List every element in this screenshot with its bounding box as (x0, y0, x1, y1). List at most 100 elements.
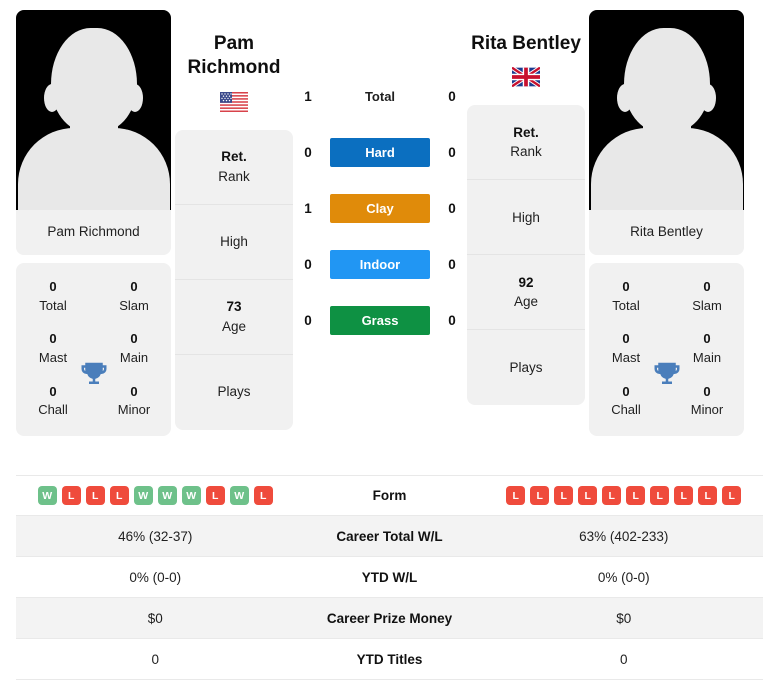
surface-row-grass: 0 Grass 0 (297, 292, 463, 348)
form-badge-loss[interactable]: L (578, 486, 598, 505)
right-form-badges: LLLLLLLLLL (506, 486, 742, 505)
left-meta-rank: Ret. Rank (175, 130, 293, 205)
right-form-cell: LLLLLLLLLL (485, 486, 764, 505)
right-ytd-wl: 0% (0-0) (597, 569, 650, 585)
title-label: Chall (38, 402, 68, 418)
left-ytd-titles: 0 (151, 651, 159, 667)
left-player-name-line1: Pam (213, 33, 255, 54)
right-player-avatar (589, 10, 744, 210)
meta-label: High (512, 209, 540, 225)
surface-badge-grass[interactable]: Grass (330, 305, 430, 335)
form-badge-win[interactable]: W (133, 486, 153, 505)
left-meta-high: High (175, 205, 293, 280)
form-badge-loss[interactable]: L (698, 486, 718, 505)
form-badge-win[interactable]: W (37, 486, 57, 505)
trophy-icon (654, 362, 679, 384)
avatar-ear-right (700, 84, 716, 112)
surface-badge-indoor[interactable]: Indoor (330, 249, 430, 279)
avatar-ear-right (127, 84, 143, 112)
form-badge-loss[interactable]: L (506, 486, 526, 505)
form-badge-win[interactable]: W (229, 486, 249, 505)
form-badge-loss[interactable]: L (61, 486, 81, 505)
right-player-flag-wrap (467, 56, 585, 93)
right-meta-high: High (467, 180, 585, 256)
right-player-name-line1: Rita Bentley (471, 33, 581, 54)
title-cell-slam: 0 Slam (682, 277, 732, 315)
left-player-photo-card[interactable]: Pam Richmond (16, 10, 171, 255)
form-badge-win[interactable]: W (181, 486, 201, 505)
title-label: Minor (690, 402, 724, 418)
surface-badge-clay[interactable]: Clay (330, 193, 430, 223)
surface-right-score: 0 (448, 200, 456, 216)
title-value: 0 (130, 331, 138, 347)
stats-comparison-table: WLLLWWWLWL Form LLLLLLLLLL 46% (32-37) C… (0, 475, 779, 680)
form-badge-loss[interactable]: L (85, 486, 105, 505)
right-career-prize-money: $0 (616, 610, 632, 626)
title-label: Main (692, 349, 722, 365)
form-badge-loss[interactable]: L (530, 486, 550, 505)
left-player-column: Pam Richmond 0 Total 0 Slam 0 Mast 0 Mai… (16, 10, 171, 437)
title-cell-chall: 0 Chall (601, 382, 651, 420)
left-ytd-wl: 0% (0-0) (129, 569, 182, 585)
meta-label: Plays (217, 384, 251, 400)
left-player-photo-name: Pam Richmond (16, 210, 171, 255)
title-value: 0 (130, 383, 138, 399)
right-player-photo-card[interactable]: Rita Bentley (589, 10, 744, 255)
stat-label-ytd-titles: YTD Titles (356, 651, 423, 667)
left-career-prize-money: $0 (147, 610, 163, 626)
form-badge-loss[interactable]: L (253, 486, 273, 505)
title-value: 0 (622, 383, 630, 399)
surface-right-score: 0 (448, 256, 456, 272)
left-career-total-wl: 46% (32-37) (118, 528, 193, 544)
stat-label-ytd-wl: YTD W/L (361, 569, 418, 585)
form-badge-loss[interactable]: L (205, 486, 225, 505)
table-row-career-prize-money: $0 Career Prize Money $0 (16, 598, 763, 639)
form-badge-loss[interactable]: L (109, 486, 129, 505)
table-row-ytd-titles: 0 YTD Titles 0 (16, 639, 763, 680)
form-badge-loss[interactable]: L (650, 486, 670, 505)
left-player-avatar (16, 10, 171, 210)
avatar-shoulders (17, 128, 170, 210)
stat-label-form: Form (372, 488, 407, 503)
us-flag-icon (220, 91, 248, 112)
stat-label-career-total-wl: Career Total W/L (336, 528, 443, 544)
surface-right-score: 0 (448, 88, 456, 104)
meta-label: Age (513, 294, 539, 310)
title-value: 0 (49, 331, 57, 347)
surface-badge-hard[interactable]: Hard (330, 137, 430, 167)
avatar-silhouette-icon (50, 28, 137, 132)
title-label: Total (39, 297, 67, 313)
surface-left-score: 0 (304, 256, 312, 272)
meta-value: 73 (226, 299, 242, 315)
right-player-column: Rita Bentley 0 Total 0 Slam 0 Mast 0 Mai… (589, 10, 744, 437)
title-cell-mast: 0 Mast (601, 329, 651, 367)
right-player-titles-card: 0 Total 0 Slam 0 Mast 0 Main 0 Chall 0 M… (589, 263, 744, 437)
title-cell-minor: 0 Minor (682, 382, 732, 420)
form-badge-loss[interactable]: L (602, 486, 622, 505)
avatar-ear-left (44, 84, 60, 112)
title-cell-total: 0 Total (601, 277, 651, 315)
form-badge-loss[interactable]: L (722, 486, 742, 505)
form-badge-loss[interactable]: L (674, 486, 694, 505)
table-row-career-total-wl: 46% (32-37) Career Total W/L 63% (402-23… (16, 516, 763, 557)
surface-left-score: 0 (304, 312, 312, 328)
surface-right-score: 0 (448, 144, 456, 160)
left-form-cell: WLLLWWWLWL (16, 486, 295, 505)
title-value: 0 (703, 331, 711, 347)
titles-row-1: 0 Total 0 Slam (589, 277, 744, 315)
meta-label: Rank (510, 144, 542, 160)
form-badge-loss[interactable]: L (554, 486, 574, 505)
left-meta-age: 73 Age (175, 280, 293, 355)
titles-row-1: 0 Total 0 Slam (16, 277, 171, 315)
surface-row-clay: 1 Clay 0 (297, 180, 463, 236)
meta-label: Rank (218, 168, 250, 184)
title-cell-slam: 0 Slam (109, 277, 159, 315)
meta-label: High (220, 233, 248, 249)
form-badge-win[interactable]: W (157, 486, 177, 505)
surface-left-score: 1 (304, 200, 312, 216)
left-player-meta-column: Pam Richmond Ret. Rank High 73 Age Plays (175, 10, 293, 430)
meta-label: Plays (509, 360, 543, 376)
right-player-name: Rita Bentley (467, 10, 585, 56)
form-badge-loss[interactable]: L (626, 486, 646, 505)
surface-left-score: 1 (304, 88, 312, 104)
